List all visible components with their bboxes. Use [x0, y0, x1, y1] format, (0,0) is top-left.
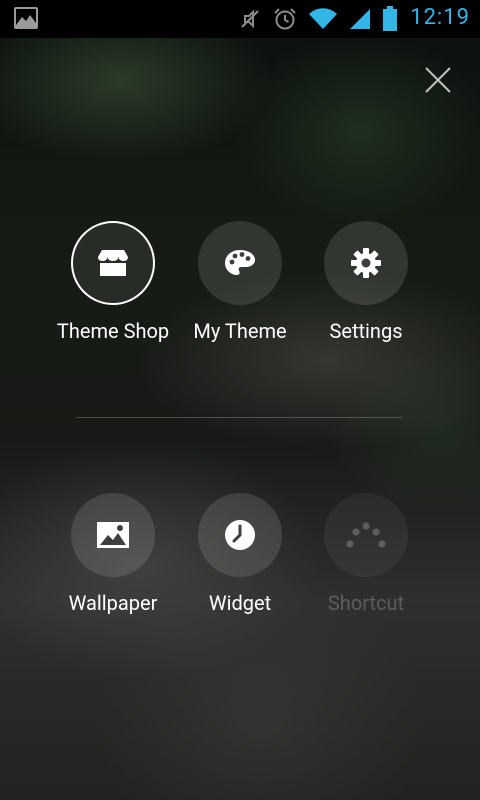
widget-circle[interactable] — [198, 493, 282, 577]
status-icons — [228, 6, 398, 32]
wallpaper-button[interactable]: Wallpaper — [48, 493, 178, 615]
shortcut-circle[interactable] — [324, 493, 408, 577]
my-theme-circle[interactable] — [198, 221, 282, 305]
my-theme-label: My Theme — [193, 319, 287, 343]
shortcut-button[interactable]: Shortcut — [301, 493, 431, 615]
close-icon — [425, 67, 451, 93]
image-icon — [97, 522, 129, 548]
dots-arc-icon — [346, 522, 386, 548]
widget-label: Widget — [208, 591, 272, 615]
theme-shop-label: Theme Shop — [56, 319, 170, 343]
section-divider — [76, 417, 402, 418]
status-bar: 12:19 — [0, 0, 480, 38]
battery-icon — [382, 6, 398, 32]
wifi-icon — [308, 7, 338, 31]
close-button[interactable] — [422, 64, 454, 96]
mute-icon — [238, 7, 262, 31]
theme-shop-circle[interactable] — [71, 221, 155, 305]
clock-icon — [225, 520, 255, 550]
signal-icon — [348, 7, 372, 31]
palette-icon — [225, 250, 255, 275]
widget-button[interactable]: Widget — [175, 493, 305, 615]
gallery-icon — [14, 7, 38, 29]
wallpaper-label: Wallpaper — [68, 591, 158, 615]
settings-label: Settings — [329, 319, 403, 343]
shortcut-label: Shortcut — [327, 591, 405, 615]
alarm-icon — [272, 6, 298, 32]
theme-shop-button[interactable]: Theme Shop — [48, 221, 178, 343]
wallpaper-circle[interactable] — [71, 493, 155, 577]
clock-time: 12:19 — [410, 5, 470, 30]
my-theme-button[interactable]: My Theme — [175, 221, 305, 343]
gear-icon — [351, 248, 381, 278]
settings-circle[interactable] — [324, 221, 408, 305]
background-dim-overlay — [0, 0, 480, 800]
store-icon — [98, 250, 128, 276]
settings-button[interactable]: Settings — [301, 221, 431, 343]
